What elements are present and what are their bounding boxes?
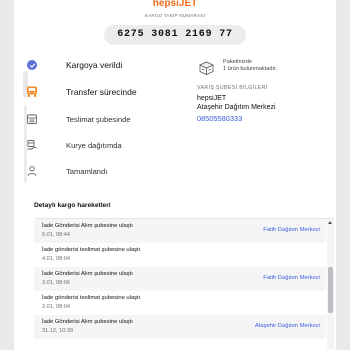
movement-branch-link[interactable]: Fatih Dağıtım Merkezi xyxy=(263,275,320,281)
step-label: Transfer sürecinde xyxy=(66,87,137,97)
list-item: İade gönderisi teslimat şubesine ulaştı … xyxy=(34,243,326,267)
tracking-number: 6275 3081 2169 77 xyxy=(104,25,246,45)
branch-phone-link[interactable]: 08505580333 xyxy=(197,114,242,123)
step-label: Tamamlandı xyxy=(66,166,108,176)
step-teslimat-subesinde: Teslimat şubesinde xyxy=(22,110,197,128)
movement-title: İade Gönderisi Alım şubesine ulaştı xyxy=(42,319,133,325)
person-icon xyxy=(24,163,40,179)
list-item: İade Gönderisi Alım şubesine ulaştı 6.01… xyxy=(34,219,326,243)
movement-date: 3.01, 08:06 xyxy=(42,280,70,286)
warehouse-icon xyxy=(24,111,40,127)
movement-date: 6.01, 08:44 xyxy=(42,232,70,238)
truck-icon xyxy=(24,84,40,100)
brand-logo: hepsiJET xyxy=(152,0,198,9)
scroll-up-arrow-icon[interactable] xyxy=(328,221,332,224)
movement-branch-link[interactable]: Ataşehir Dağıtım Merkezi xyxy=(255,323,320,329)
package-info-line1: Paketinizde xyxy=(223,59,252,65)
package-info: Paketinizde 1 ürün bulunmaktadır. xyxy=(223,59,277,73)
tracking-number-label: KARGO TAKİP NUMARASI xyxy=(144,13,206,18)
movement-title: İade gönderisi teslimat şubesine ulaştı xyxy=(42,295,141,301)
list-item: İade Gönderisi Alım şubesine ulaştı 3.01… xyxy=(34,267,326,291)
movement-date: 4.01, 08:04 xyxy=(42,256,70,262)
movements-heading: Detaylı kargo hareketleri xyxy=(34,202,111,209)
tracking-modal: hepsiJET KARGO TAKİP NUMARASI 6275 3081 … xyxy=(14,0,336,350)
step-label: Teslimat şubesinde xyxy=(66,114,131,124)
step-kurye-dagitimda: Kurye dağıtımda xyxy=(22,136,197,154)
scrollbar-thumb[interactable] xyxy=(328,267,333,313)
movement-title: İade gönderisi teslimat şubesine ulaştı xyxy=(42,247,141,253)
list-item: İade gönderisi teslimat şubesine ulaştı … xyxy=(34,291,326,315)
package-icon xyxy=(197,60,216,76)
branch-heading: VARIŞ ŞUBESİ BİLGİLERİ xyxy=(197,85,268,91)
check-circle-icon xyxy=(24,57,40,73)
movement-date: 2.01, 08:04 xyxy=(42,304,70,310)
list-item: İade Gönderisi Alım şubesine ulaştı 31.1… xyxy=(34,315,326,339)
movement-branch-link[interactable]: Fatih Dağıtım Merkezi xyxy=(263,227,320,233)
branch-company: hepsiJET xyxy=(197,95,227,102)
step-label: Kurye dağıtımda xyxy=(66,140,122,150)
movement-date: 31.12, 10:39 xyxy=(42,328,74,334)
step-tamamlandi: Tamamlandı xyxy=(22,162,197,180)
movements-scrollbar[interactable] xyxy=(327,219,334,349)
package-info-line2: 1 ürün bulunmaktadır. xyxy=(223,66,278,72)
step-kargoya-verildi: Kargoya verildi xyxy=(22,56,197,74)
movements-panel: İade Gönderisi Alım şubesine ulaştı 6.01… xyxy=(34,218,334,349)
branch-name: Ataşehir Dağıtım Merkezi xyxy=(197,104,276,111)
step-label: Kargoya verildi xyxy=(66,60,123,70)
movements-list: İade Gönderisi Alım şubesine ulaştı 6.01… xyxy=(34,219,326,349)
movement-title: İade Gönderisi Alım şubesine ulaştı xyxy=(42,223,133,229)
courier-icon xyxy=(24,137,40,153)
movement-title: İade Gönderisi Alım şubesine ulaştı xyxy=(42,271,133,277)
step-transfer-surecinde: Transfer sürecinde xyxy=(22,83,197,101)
